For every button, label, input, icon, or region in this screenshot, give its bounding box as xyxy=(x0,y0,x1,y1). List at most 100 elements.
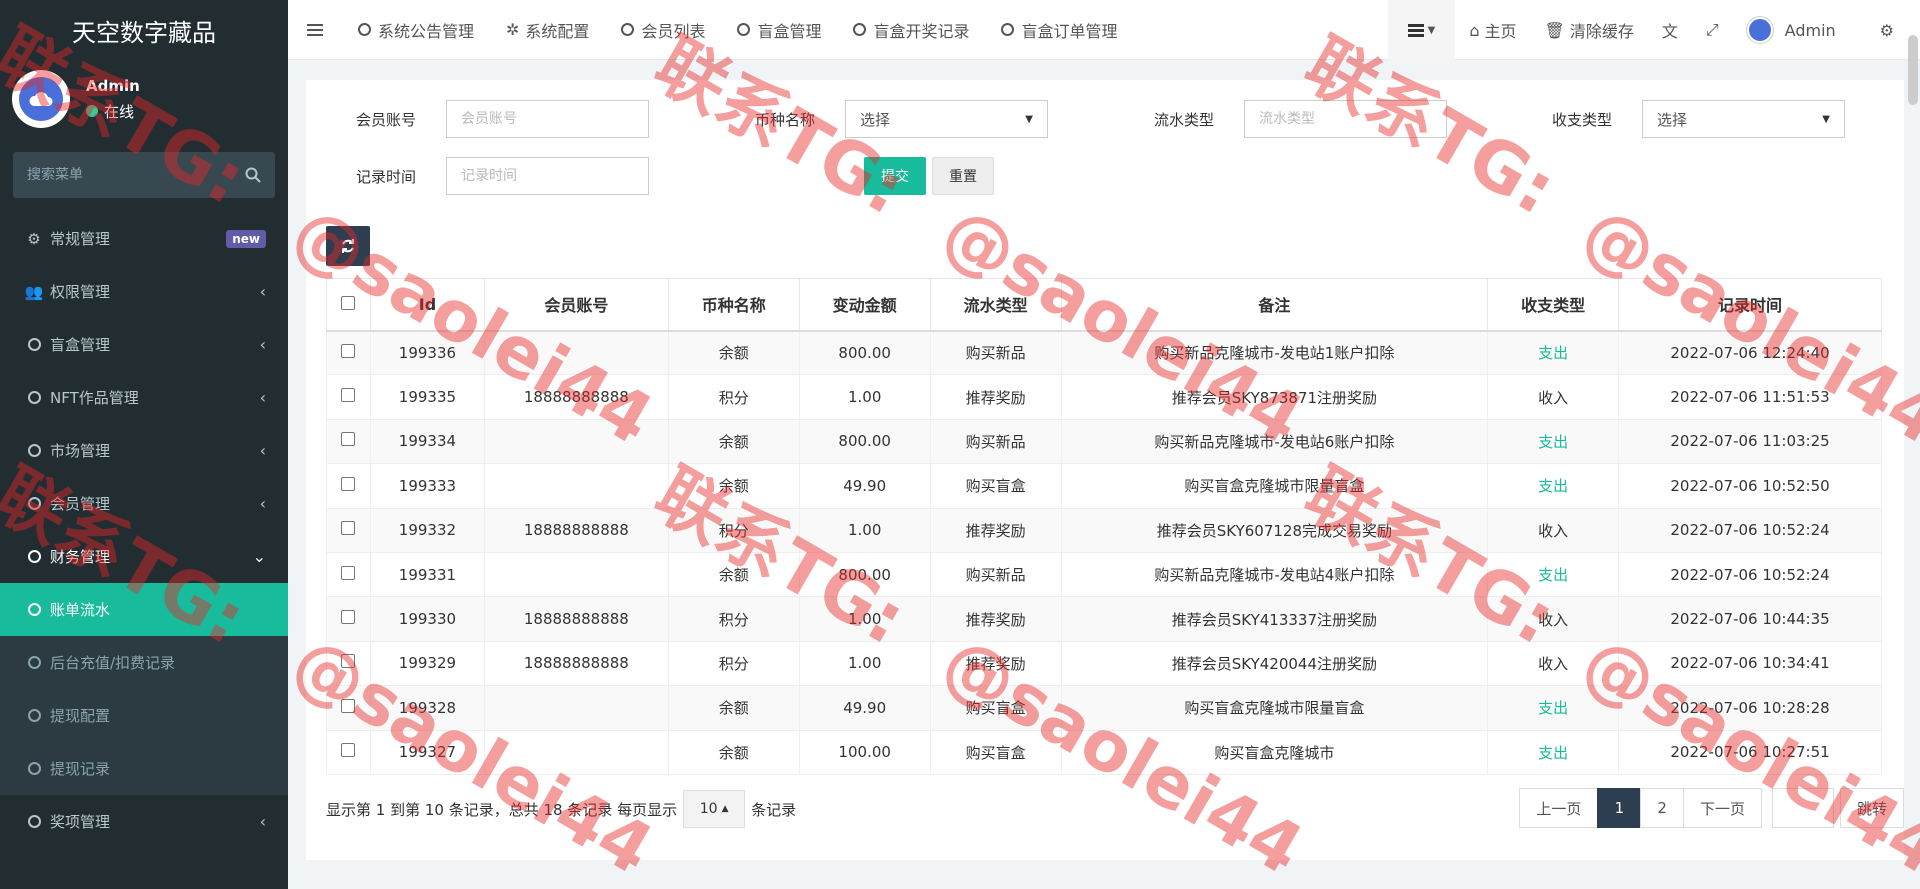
user-panel: Admin 在线 xyxy=(0,60,288,138)
table-row[interactable]: 199333 余额 49.90 购买盲盒 购买盲盒克隆城市限量盲盒 支出 2022-07-0… xyxy=(326,463,1882,509)
caret-up-icon: ▲ xyxy=(721,804,729,814)
caret-down-icon: ▼ xyxy=(1427,24,1436,36)
cell-currency: 余额 xyxy=(667,463,800,509)
sidebar-item-withdraw-config[interactable]: 提现配置 xyxy=(0,689,288,742)
chevron-left-icon: ‹ xyxy=(259,494,266,513)
row-checkbox[interactable] xyxy=(341,698,356,713)
tab-member-list[interactable]: 会员列表 xyxy=(605,0,721,60)
refresh-button[interactable] xyxy=(326,226,370,266)
table-row[interactable]: 199334 余额 800.00 购买新品 购买新品克隆城市-发电站6账户扣除 支出 202… xyxy=(326,419,1882,465)
admin-menu[interactable]: Admin xyxy=(1733,0,1866,60)
sidebar-item-awards[interactable]: 奖项管理 ‹ xyxy=(0,795,288,848)
circle-icon xyxy=(621,23,635,36)
table-row[interactable]: 199327 余额 100.00 购买盲盒 购买盲盒克隆城市 支出 2022-07-06 1… xyxy=(326,730,1882,775)
sidebar-item-recharge-records[interactable]: 后台充值/扣费记录 xyxy=(0,636,288,689)
col-record-time[interactable]: 记录时间 xyxy=(1618,278,1882,332)
row-checkbox[interactable] xyxy=(341,476,356,491)
cell-member-account: 18888888888 xyxy=(483,508,669,553)
topbar: 系统公告管理 ✲ 系统配置 会员列表 盲盒管理 盲盒开奖记录 盲盒订单管理 ▼ ⌂… xyxy=(288,0,1920,60)
sidebar-item-blindbox[interactable]: 盲盒管理 ‹ xyxy=(0,318,288,371)
sidebar-item-general[interactable]: ⚙ 常规管理 new xyxy=(0,212,288,265)
fullscreen-button[interactable]: ⤢ xyxy=(1692,0,1733,60)
table-row[interactable]: 199336 余额 800.00 购买新品 购买新品克隆城市-发电站1账户扣除 支出 202… xyxy=(326,330,1882,376)
jump-page-input[interactable] xyxy=(1771,788,1834,828)
cell-id: 199334 xyxy=(369,419,485,465)
cell-remark: 推荐会员SKY607128完成交易奖励 xyxy=(1060,508,1489,553)
col-amount[interactable]: 变动金额 xyxy=(798,278,931,332)
chevron-left-icon: ‹ xyxy=(259,388,266,407)
reset-button[interactable]: 重置 xyxy=(932,157,994,195)
page-size-select[interactable]: 10 ▲ xyxy=(683,790,746,828)
member-account-label: 会员账号 xyxy=(355,110,416,129)
col-flow-type[interactable]: 流水类型 xyxy=(929,278,1062,332)
table-row[interactable]: 199331 余额 800.00 购买新品 购买新品克隆城市-发电站4账户扣除 支出 202… xyxy=(326,552,1882,598)
circle-icon xyxy=(27,444,41,457)
cell-id: 199331 xyxy=(369,552,485,598)
row-checkbox[interactable] xyxy=(341,432,356,447)
page-2-button[interactable]: 2 xyxy=(1640,788,1684,828)
sidebar-item-bill-flow[interactable]: 账单流水 xyxy=(0,583,288,636)
cell-amount: 800.00 xyxy=(798,330,931,376)
select-all-checkbox[interactable] xyxy=(341,295,356,310)
tab-blindbox-orders[interactable]: 盲盒订单管理 xyxy=(985,0,1133,60)
tab-blindbox[interactable]: 盲盒管理 xyxy=(721,0,837,60)
cell-flow-type: 购买新品 xyxy=(929,552,1062,598)
home-link[interactable]: ⌂ 主页 xyxy=(1455,0,1530,60)
col-id[interactable]: Id xyxy=(369,278,485,332)
scrollbar[interactable] xyxy=(1908,35,1918,105)
menu-search-input[interactable] xyxy=(27,167,227,183)
cell-currency: 余额 xyxy=(667,330,800,376)
table-row[interactable]: 199335 18888888888 积分 1.00 推荐奖励 推荐会员SKY873871… xyxy=(326,374,1882,420)
next-page-button[interactable]: 下一页 xyxy=(1682,788,1762,828)
tab-system-config[interactable]: ✲ 系统配置 xyxy=(490,0,605,60)
sidebar-item-market[interactable]: 市场管理 ‹ xyxy=(0,424,288,477)
currency-select[interactable]: 选择 ▼ xyxy=(845,100,1048,138)
clear-cache-button[interactable]: 🗑 清除缓存 xyxy=(1531,0,1648,60)
cell-record-time: 2022-07-06 11:03:25 xyxy=(1618,419,1882,465)
page-1-button[interactable]: 1 xyxy=(1597,788,1642,828)
col-remark[interactable]: 备注 xyxy=(1060,278,1489,332)
tab-blindbox-draws[interactable]: 盲盒开奖记录 xyxy=(837,0,985,60)
table-row[interactable]: 199328 余额 49.90 购买盲盒 购买盲盒克隆城市限量盲盒 支出 2022-07-0… xyxy=(326,685,1882,731)
cell-remark: 购买新品克隆城市-发电站1账户扣除 xyxy=(1060,330,1489,376)
col-member-account[interactable]: 会员账号 xyxy=(483,278,669,332)
col-io-type[interactable]: 收支类型 xyxy=(1487,278,1620,332)
sidebar-item-withdraw-records[interactable]: 提现记录 xyxy=(0,742,288,795)
sidebar-item-nft[interactable]: NFT作品管理 ‹ xyxy=(0,371,288,424)
sidebar-item-permissions[interactable]: 👥 权限管理 ‹ xyxy=(0,265,288,318)
jump-button[interactable]: 跳转 xyxy=(1839,788,1904,828)
row-checkbox[interactable] xyxy=(341,343,356,358)
row-checkbox[interactable] xyxy=(341,521,356,536)
sidebar-toggle-button[interactable] xyxy=(288,0,342,60)
table-row[interactable]: 199330 18888888888 积分 1.00 推荐奖励 推荐会员SKY413337… xyxy=(326,596,1882,642)
tabs-menu-button[interactable]: ▼ xyxy=(1387,0,1456,60)
language-button[interactable]: 文 xyxy=(1648,0,1692,60)
table-row[interactable]: 199332 18888888888 积分 1.00 推荐奖励 推荐会员SKY607128… xyxy=(326,508,1882,553)
row-checkbox[interactable] xyxy=(341,654,356,669)
io-type-select[interactable]: 选择 ▼ xyxy=(1642,100,1845,138)
row-checkbox[interactable] xyxy=(341,565,356,580)
row-checkbox[interactable] xyxy=(341,743,356,758)
cell-id: 199329 xyxy=(369,641,485,687)
cell-io-type: 支出 xyxy=(1487,730,1620,775)
refresh-icon xyxy=(342,239,354,253)
tab-announcements[interactable]: 系统公告管理 xyxy=(342,0,490,60)
record-time-input[interactable] xyxy=(446,157,649,195)
circle-icon xyxy=(27,391,41,404)
table-row[interactable]: 199329 18888888888 积分 1.00 推荐奖励 推荐会员SKY420044… xyxy=(326,641,1882,687)
sidebar-item-finance[interactable]: 财务管理 ⌄ xyxy=(0,530,288,583)
member-account-input[interactable] xyxy=(446,100,649,138)
cell-currency: 积分 xyxy=(667,596,800,642)
cell-io-type: 支出 xyxy=(1487,685,1620,731)
trash-icon: 🗑 xyxy=(1544,20,1565,40)
col-currency[interactable]: 币种名称 xyxy=(667,278,800,332)
prev-page-button[interactable]: 上一页 xyxy=(1519,788,1599,828)
row-checkbox[interactable] xyxy=(341,388,356,403)
submit-button[interactable]: 提交 xyxy=(864,157,926,195)
row-checkbox[interactable] xyxy=(341,610,356,625)
sidebar-item-members[interactable]: 会员管理 ‹ xyxy=(0,477,288,530)
search-icon[interactable] xyxy=(245,167,261,183)
flow-type-input[interactable] xyxy=(1244,100,1447,138)
cell-id: 199327 xyxy=(369,730,485,775)
app-logo[interactable]: 天空数字藏品 xyxy=(0,0,288,60)
